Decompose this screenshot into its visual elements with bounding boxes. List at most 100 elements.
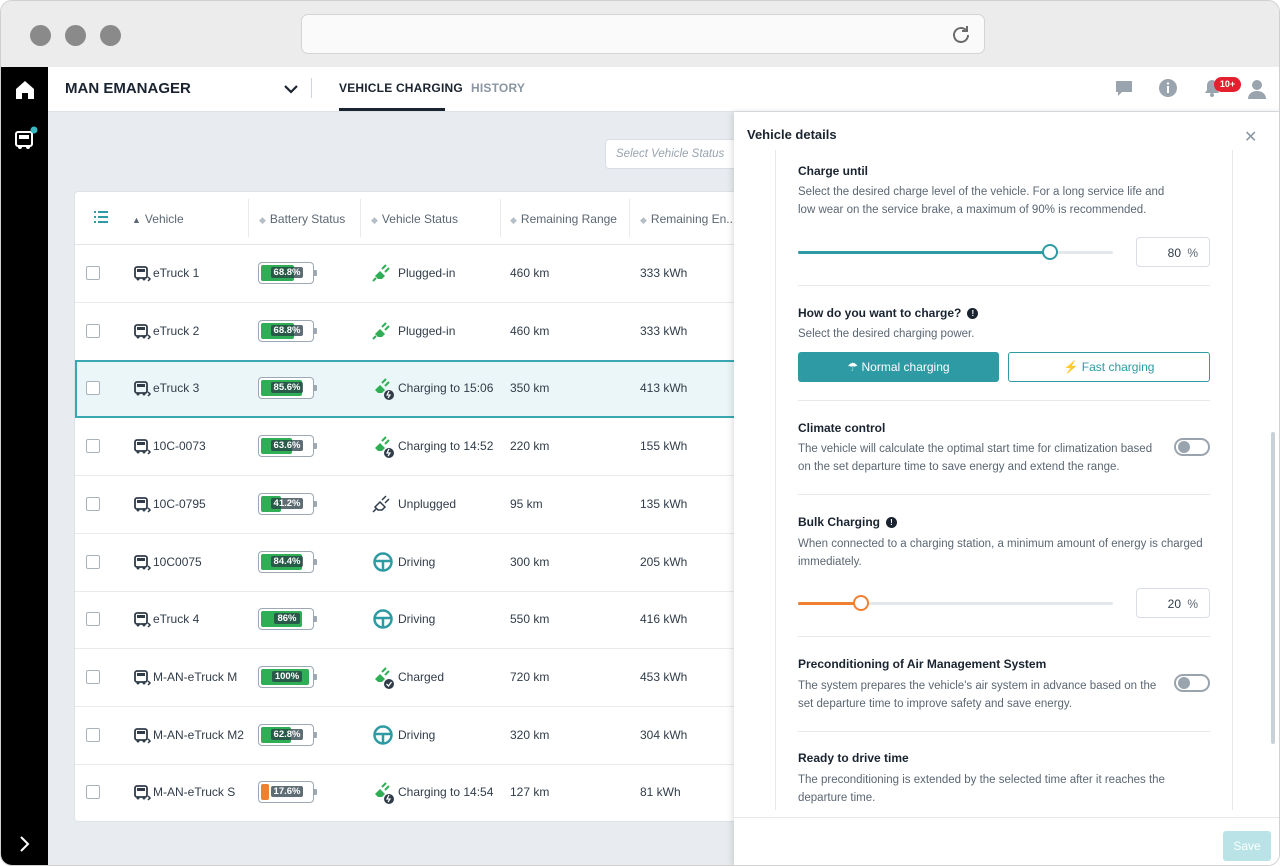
info-icon[interactable] (1158, 78, 1178, 98)
chat-icon[interactable] (1114, 78, 1134, 98)
climate-toggle[interactable] (1174, 438, 1210, 456)
home-icon[interactable] (13, 78, 37, 102)
row-checkbox[interactable] (86, 266, 100, 280)
vehicle-name[interactable]: M-AN-eTruck M2 (153, 728, 244, 742)
vehicle-name[interactable]: 10C-0073 (153, 439, 206, 453)
vehicle-details-panel: Vehicle details ✕ Charge until Select th… (734, 112, 1279, 865)
remaining-range: 720 km (510, 669, 550, 684)
panel-scrollbar[interactable] (1271, 432, 1275, 744)
battery-percent-text: 68.8% (270, 324, 304, 336)
vehicle-name[interactable]: 10C0075 (153, 555, 202, 569)
table-row[interactable]: eTruck 2 68.8% Plugged-in 460 km 333 kWh (75, 303, 793, 361)
tab-history[interactable]: HISTORY (471, 81, 525, 95)
battery-percent-text: 84.4% (270, 555, 304, 567)
row-checkbox[interactable] (86, 381, 100, 396)
table-row[interactable]: M-AN-eTruck M2 62.8% Driving 320 km 304 … (75, 707, 793, 765)
truck-nav-icon[interactable] (13, 126, 39, 152)
column-battery[interactable]: ◆ Battery Status (259, 212, 345, 226)
column-range-label: Remaining Range (520, 212, 617, 226)
bulk-input[interactable]: 20 % (1136, 588, 1210, 618)
vehicle-name[interactable]: eTruck 4 (153, 612, 199, 626)
column-vehicle[interactable]: ▲ Vehicle (132, 212, 184, 226)
precond-toggle-knob (1178, 677, 1190, 689)
vehicle-status-filter[interactable]: Select Vehicle Status (605, 139, 745, 169)
chevron-right-icon[interactable] (13, 833, 35, 855)
fast-charging-button[interactable]: ⚡ Fast charging (1008, 352, 1210, 382)
table-row[interactable]: eTruck 3 85.6% Charging to 15:06 350 km … (75, 360, 793, 419)
window-minimize-dot[interactable] (65, 25, 86, 46)
truck-icon (133, 495, 153, 520)
tab-vehicle-charging[interactable]: VEHICLE CHARGING (339, 81, 463, 95)
truck-icon (133, 553, 153, 578)
charge-until-unit: % (1187, 246, 1198, 260)
row-checkbox[interactable] (86, 727, 100, 742)
table-row[interactable]: eTruck 1 68.8% Plugged-in 460 km 333 kWh (75, 245, 793, 303)
window-close-dot[interactable] (30, 25, 51, 46)
charge-until-input[interactable]: 80 % (1136, 237, 1210, 267)
battery-percent-text: 63.6% (270, 440, 304, 452)
vehicle-table: ▲ Vehicle ◆ Battery Status ◆ Vehicle Status… (74, 191, 794, 822)
vehicle-name[interactable]: eTruck 1 (153, 266, 199, 280)
table-row[interactable]: M-AN-eTruck S 17.6% Charging to 14:54 12… (75, 764, 793, 821)
battery-percent: 63.6% (259, 440, 315, 452)
row-checkbox[interactable] (86, 439, 100, 454)
column-status[interactable]: ◆ Vehicle Status (371, 212, 458, 226)
precond-toggle[interactable] (1174, 674, 1210, 692)
normal-charging-button[interactable]: ☂ Normal charging (798, 352, 999, 382)
row-checkbox[interactable] (86, 612, 100, 627)
vehicle-name[interactable]: M-AN-eTruck S (153, 785, 235, 799)
truck-icon (133, 264, 153, 289)
climate-toggle-knob (1178, 441, 1190, 453)
info-icon[interactable]: ! (967, 308, 979, 319)
normal-charging-icon: ☂ (847, 360, 862, 374)
battery-percent: 68.8% (259, 324, 315, 336)
plug-icon (372, 262, 394, 289)
row-checkbox[interactable] (86, 669, 100, 684)
table-row[interactable]: M-AN-eTruck M 100% Charged 720 km 453 kW… (75, 649, 793, 707)
vehicle-status: Charging to 15:06 (398, 381, 494, 396)
save-button[interactable]: Save (1223, 831, 1271, 861)
vehicle-name[interactable]: eTruck 2 (153, 324, 199, 338)
user-icon[interactable] (1246, 78, 1268, 100)
how-charge-desc: Select the desired charging power. (798, 328, 975, 340)
vehicle-name[interactable]: M-AN-eTruck M (153, 670, 237, 684)
bulk-slider-thumb[interactable] (853, 595, 869, 611)
column-energy[interactable]: ◆ Remaining En... (640, 212, 736, 226)
charge-until-slider-thumb[interactable] (1042, 244, 1058, 260)
table-row[interactable]: 10C-0795 41.2% Unplugged 95 km 135 kWh (75, 476, 793, 534)
vehicle-status: Plugged-in (398, 266, 456, 280)
row-checkbox[interactable] (86, 554, 100, 569)
battery-percent-text: 41.2% (270, 497, 304, 509)
unplugged-icon (372, 493, 394, 520)
table-row[interactable]: eTruck 4 86% Driving 550 km 416 kWh (75, 591, 793, 650)
row-checkbox[interactable] (86, 323, 100, 338)
vehicle-status: Driving (398, 554, 436, 569)
bulk-slider[interactable] (798, 595, 1113, 611)
remaining-energy: 413 kWh (640, 381, 688, 396)
chevron-down-icon[interactable] (282, 80, 300, 98)
ready-title: Ready to drive time (798, 751, 909, 765)
charging-plug-icon (372, 377, 396, 406)
vehicle-name[interactable]: eTruck 3 (153, 381, 199, 395)
battery-percent: 41.2% (259, 497, 315, 509)
row-checkbox[interactable] (86, 785, 100, 800)
reload-icon[interactable] (950, 24, 972, 46)
brand-title[interactable]: MAN EMANAGER (65, 80, 191, 97)
info-icon[interactable]: ! (886, 517, 898, 528)
bulk-slider-fill (798, 602, 861, 605)
battery-indicator: 68.8% (258, 319, 317, 342)
vehicle-name[interactable]: 10C-0795 (153, 497, 206, 511)
column-settings-icon[interactable] (94, 210, 108, 224)
close-icon[interactable]: ✕ (1244, 127, 1257, 147)
fast-charging-label: Fast charging (1081, 360, 1155, 374)
column-range[interactable]: ◆ Remaining Range (510, 212, 617, 226)
table-row[interactable]: 10C-0073 63.6% Charging to 14:52 220 km … (75, 418, 793, 477)
charge-until-slider-fill (798, 251, 1050, 254)
address-bar[interactable] (301, 14, 985, 54)
remaining-energy: 333 kWh (640, 323, 688, 338)
table-row[interactable]: 10C0075 84.4% Driving 300 km 205 kWh (75, 534, 793, 592)
row-checkbox[interactable] (86, 496, 100, 511)
table-header: ▲ Vehicle ◆ Battery Status ◆ Vehicle Status… (75, 192, 793, 245)
window-maximize-dot[interactable] (100, 25, 121, 46)
charge-until-slider[interactable] (798, 244, 1113, 260)
